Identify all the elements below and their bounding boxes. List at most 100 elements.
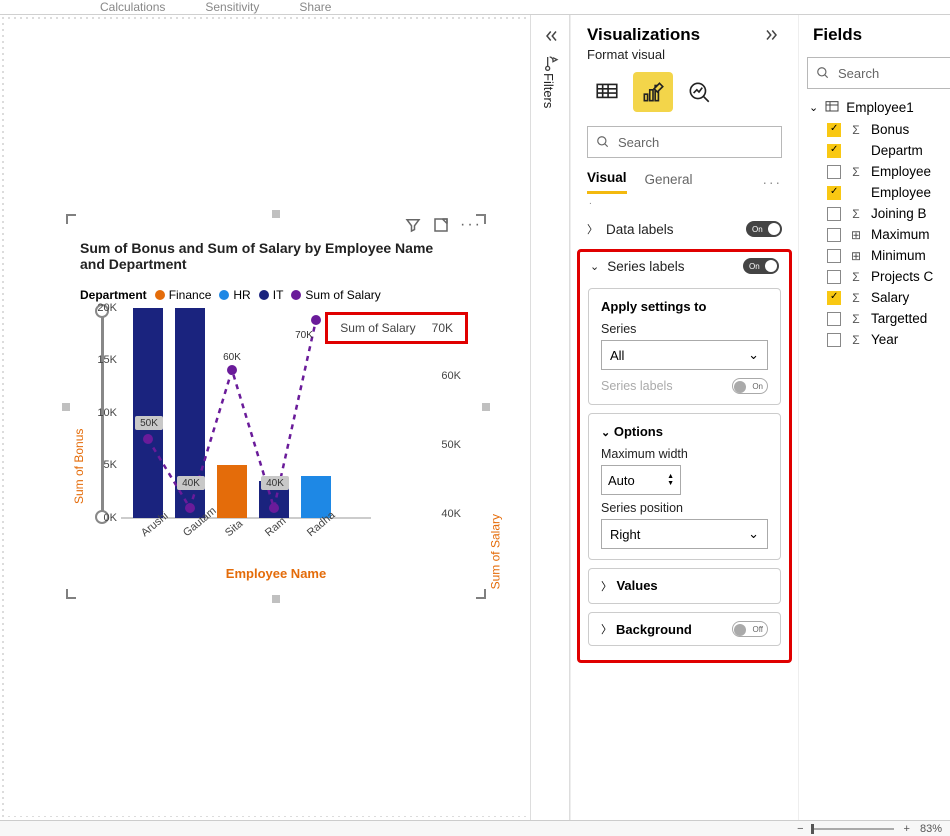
series-position-dropdown[interactable]: Right ⌄ [601, 519, 768, 549]
y-left-axis-title: Sum of Bonus [72, 429, 86, 504]
field-row[interactable]: Σ Employee [799, 161, 950, 182]
zoom-out-icon[interactable]: − [797, 823, 803, 835]
format-visual-tab-icon[interactable] [633, 72, 673, 112]
analytics-tab-icon[interactable] [679, 72, 719, 112]
field-checkbox[interactable] [827, 270, 841, 284]
tab-more-icon[interactable]: ··· [763, 175, 783, 190]
series-labels-toggle[interactable]: On [743, 258, 779, 274]
field-checkbox[interactable] [827, 165, 841, 179]
field-row[interactable]: Σ Salary [799, 287, 950, 308]
filters-pane-icon [543, 55, 559, 71]
status-bar: − + 83% [0, 820, 950, 836]
svg-text:70K: 70K [295, 330, 313, 341]
chevron-down-icon: ⌄ [748, 526, 759, 542]
field-row[interactable]: Employee [799, 182, 950, 203]
tab-visual[interactable]: Visual [587, 170, 627, 194]
more-options-icon[interactable]: ··· [460, 216, 482, 234]
chart-legend: Department Finance HR IT Sum of Salary [80, 288, 381, 302]
table-employee1[interactable]: ⌄ Employee1 [799, 95, 950, 119]
field-label: Targetted [871, 311, 927, 326]
series-labels-section[interactable]: ⌄ Series labels On [580, 252, 789, 280]
field-row[interactable]: Σ Projects C [799, 266, 950, 287]
visual-header: ··· [404, 216, 482, 234]
report-canvas[interactable]: ··· Sum of Bonus and Sum of Salary by Em… [0, 15, 530, 820]
field-label: Projects C [871, 269, 933, 284]
options-card: ⌄ Options Maximum width Auto ▲▼ Series p… [588, 413, 781, 560]
chevron-right-icon: 〉 [587, 221, 598, 237]
canvas-inner: ··· Sum of Bonus and Sum of Salary by Em… [4, 19, 526, 816]
apply-settings-card: Apply settings to Series All ⌄ Series la… [588, 288, 781, 405]
series-position-label: Series position [601, 501, 768, 515]
field-type-icon: Σ [849, 207, 863, 221]
values-section[interactable]: 〉 Values [588, 568, 781, 604]
field-checkbox[interactable] [827, 144, 841, 158]
spinner-icon[interactable]: ▲▼ [667, 473, 674, 487]
chart-svg: 50K 40K 60K 40K 70K [121, 308, 431, 518]
series-labels-highlight: ⌄ Series labels On Apply settings to Ser… [577, 249, 792, 663]
visualizations-pane: Visualizations Format visual Search Visu… [570, 15, 798, 820]
field-row[interactable]: Σ Year [799, 329, 950, 350]
field-label: Employee [871, 185, 931, 200]
svg-text:60K: 60K [223, 352, 241, 363]
ribbon: Calculations Sensitivity Share [0, 0, 950, 15]
ribbon-sensitivity[interactable]: Sensitivity [205, 0, 259, 14]
field-label: Joining B [871, 206, 927, 221]
field-type-icon: ⊞ [849, 228, 863, 242]
svg-text:50K: 50K [140, 418, 158, 429]
fields-title: Fields [799, 15, 950, 53]
collapse-pane-icon[interactable] [764, 26, 782, 44]
series-field-label: Series [601, 322, 768, 336]
y-right-axis-title: Sum of Salary [488, 514, 502, 589]
tab-general[interactable]: General [645, 172, 693, 193]
field-checkbox[interactable] [827, 207, 841, 221]
max-width-input[interactable]: Auto ▲▼ [601, 465, 681, 495]
ribbon-share[interactable]: Share [299, 0, 331, 14]
field-checkbox[interactable] [827, 123, 841, 137]
field-type-icon: Σ [849, 291, 863, 305]
field-row[interactable]: Departm [799, 140, 950, 161]
chart-visual[interactable]: ··· Sum of Bonus and Sum of Salary by Em… [66, 214, 486, 599]
build-visual-tab-icon[interactable] [587, 72, 627, 112]
field-checkbox[interactable] [827, 249, 841, 263]
filters-label: Filters [541, 73, 556, 108]
focus-mode-icon[interactable] [432, 216, 450, 234]
x-axis-title: Employee Name [66, 566, 486, 581]
data-labels-section[interactable]: 〉 Data labels On [581, 215, 788, 243]
data-labels-toggle[interactable]: On [746, 221, 782, 237]
field-type-icon: Σ [849, 333, 863, 347]
field-checkbox[interactable] [827, 333, 841, 347]
options-label[interactable]: Options [614, 424, 663, 439]
ribbon-calculations[interactable]: Calculations [100, 0, 165, 14]
search-icon [816, 66, 830, 80]
field-checkbox[interactable] [827, 186, 841, 200]
series-labels-sub-label: Series labels [601, 379, 673, 393]
series-labels-sub-toggle: On [732, 378, 768, 394]
filters-pane-collapsed[interactable]: Filters [530, 15, 570, 820]
zoom-slider[interactable] [814, 828, 894, 830]
format-tabs: Visual General ··· [571, 162, 798, 194]
visualizations-title: Visualizations [587, 25, 700, 45]
field-label: Departm [871, 143, 923, 158]
field-row[interactable]: Σ Targetted [799, 308, 950, 329]
field-row[interactable]: Σ Joining B [799, 203, 950, 224]
background-toggle[interactable]: Off [732, 621, 768, 637]
background-section[interactable]: 〉 Background Off [588, 612, 781, 646]
field-row[interactable]: ⊞ Minimum [799, 245, 950, 266]
series-dropdown[interactable]: All ⌄ [601, 340, 768, 370]
zoom-level[interactable]: 83% [920, 823, 942, 835]
expand-pane-icon[interactable] [541, 27, 559, 45]
fields-search-input[interactable]: Search [807, 57, 950, 89]
field-checkbox[interactable] [827, 291, 841, 305]
zoom-in-icon[interactable]: + [904, 823, 910, 835]
field-checkbox[interactable] [827, 312, 841, 326]
field-row[interactable]: Σ Bonus [799, 119, 950, 140]
filter-icon[interactable] [404, 216, 422, 234]
chevron-down-icon: ⌄ [748, 347, 759, 363]
field-type-icon: Σ [849, 312, 863, 326]
format-search-input[interactable]: Search [587, 126, 782, 158]
field-label: Salary [871, 290, 909, 305]
field-checkbox[interactable] [827, 228, 841, 242]
field-label: Employee [871, 164, 931, 179]
format-visual-label: Format visual [571, 47, 798, 68]
field-row[interactable]: ⊞ Maximum [799, 224, 950, 245]
